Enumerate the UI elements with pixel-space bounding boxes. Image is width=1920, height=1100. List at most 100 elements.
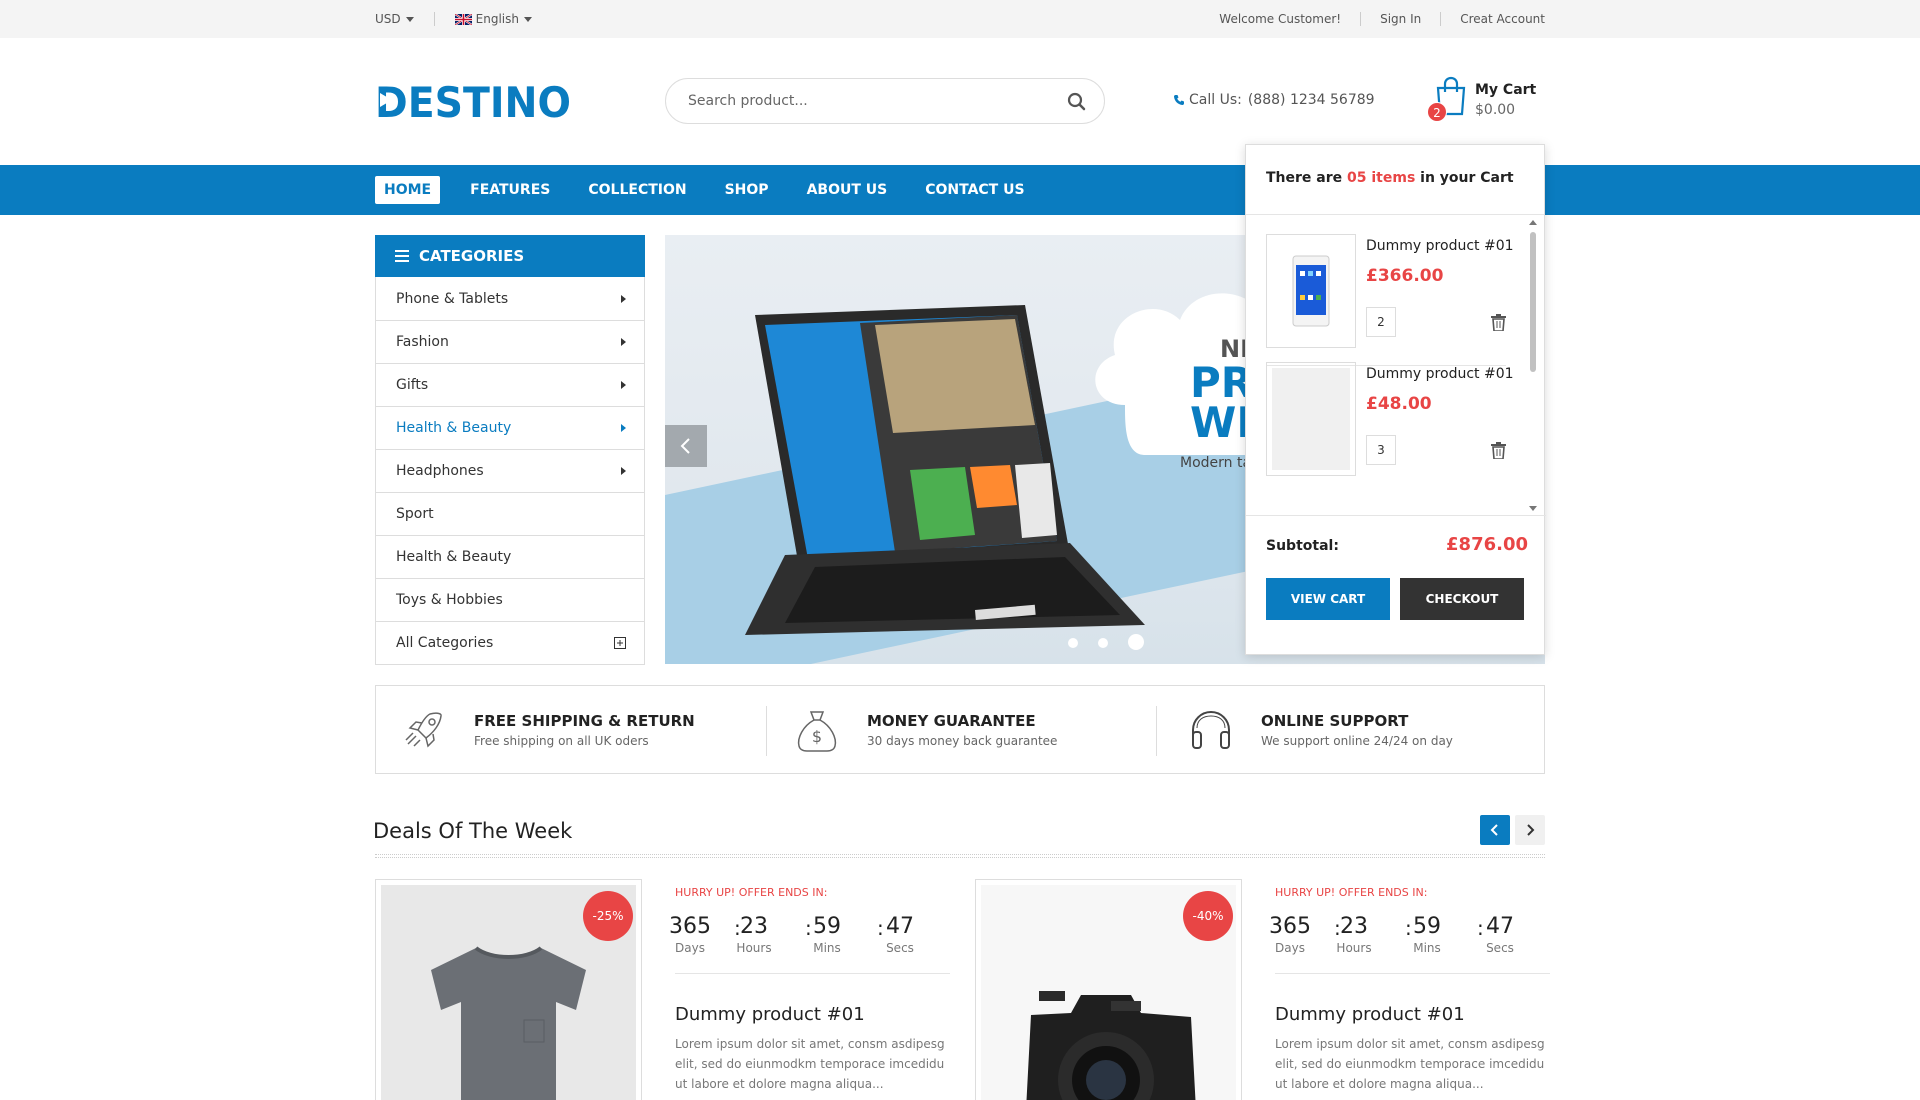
category-label: Sport	[396, 506, 434, 522]
feature-title: MONEY GUARANTEE	[867, 712, 1036, 730]
deal-product-image[interactable]: -40%	[975, 879, 1242, 1100]
main-nav: HOME FEATURES COLLECTION SHOP ABOUT US C…	[0, 165, 1920, 215]
category-label: Gifts	[396, 377, 429, 393]
cart-item-name[interactable]: Dummy product #01	[1366, 366, 1514, 382]
cart-item-thumbnail[interactable]	[1266, 234, 1356, 348]
category-label: Headphones	[396, 463, 484, 479]
search-icon[interactable]	[1066, 91, 1088, 113]
menu-icon	[395, 250, 409, 262]
scrollbar-thumb[interactable]	[1530, 232, 1536, 372]
cart-text-prefix: There are	[1266, 170, 1343, 186]
product-image-placeholder	[1272, 368, 1350, 470]
cart-item-count: 05 items	[1347, 170, 1416, 186]
offer-ends-label: HURRY UP! OFFER ENDS IN:	[1275, 886, 1428, 899]
countdown-hours: 23 Hours	[724, 914, 784, 955]
currency-selector[interactable]: USD	[375, 12, 414, 26]
cart-item-thumbnail[interactable]	[1266, 362, 1356, 476]
create-account-link[interactable]: Creat Account	[1460, 12, 1545, 26]
cart-item-price: £48.00	[1366, 394, 1432, 414]
categories-header[interactable]: CATEGORIES	[375, 235, 645, 277]
trash-icon[interactable]	[1491, 314, 1506, 331]
nav-shop[interactable]: SHOP	[725, 176, 769, 204]
cart-item-quantity[interactable]: 3	[1366, 435, 1396, 465]
cart-item-list[interactable]: Dummy product #01 £366.00 2 Dummy produc…	[1246, 216, 1546, 514]
trash-icon[interactable]	[1491, 442, 1506, 459]
countdown-value: 365	[669, 914, 711, 939]
sign-in-link[interactable]: Sign In	[1380, 12, 1421, 26]
category-phone-tablets[interactable]: Phone & Tablets	[376, 277, 644, 320]
checkout-button[interactable]: CHECKOUT	[1400, 578, 1524, 620]
scroll-down-arrow-icon[interactable]	[1529, 506, 1537, 511]
category-health-beauty-2[interactable]: Health & Beauty	[376, 535, 644, 578]
category-sport[interactable]: Sport	[376, 492, 644, 535]
deal-product-name[interactable]: Dummy product #01	[675, 1004, 865, 1025]
divider	[1156, 706, 1157, 756]
category-label: Fashion	[396, 334, 449, 350]
category-health-beauty[interactable]: Health & Beauty	[376, 406, 644, 449]
mini-cart[interactable]: 2 My Cart $0.00	[1427, 76, 1545, 126]
categories-sidebar: CATEGORIES Phone & Tablets Fashion Gifts…	[375, 235, 645, 665]
deals-section-title: Deals Of The Week	[373, 819, 573, 843]
rocket-icon	[405, 712, 442, 748]
nav-contact-us[interactable]: CONTACT US	[925, 176, 1024, 204]
nav-features[interactable]: FEATURES	[470, 176, 550, 204]
divider	[675, 973, 950, 974]
deals-next-button[interactable]	[1515, 815, 1545, 845]
deal-product-image[interactable]: -25%	[375, 879, 642, 1100]
phone-info: Call Us: (888) 1234 56789	[1173, 92, 1375, 108]
scroll-up-arrow-icon[interactable]	[1529, 220, 1537, 225]
countdown-value: 23	[740, 914, 768, 939]
deal-info: HURRY UP! OFFER ENDS IN: 365 Days : 23 Hou…	[1269, 886, 1550, 1091]
category-gifts[interactable]: Gifts	[376, 363, 644, 406]
cart-text-suffix: in your Cart	[1420, 170, 1514, 186]
divider	[1440, 12, 1442, 26]
currency-label: USD	[375, 12, 401, 26]
nav-home[interactable]: HOME	[375, 176, 441, 204]
feature-desc: 30 days money back guarantee	[867, 734, 1058, 748]
phone-number: (888) 1234 56789	[1247, 92, 1375, 108]
language-selector[interactable]: English	[454, 12, 532, 26]
countdown-value: 23	[1340, 914, 1368, 939]
category-headphones[interactable]: Headphones	[376, 449, 644, 492]
chevron-down-icon	[405, 17, 414, 22]
deal-product-desc: Lorem ipsum dolor sit amet, consm asdipe…	[1275, 1037, 1545, 1091]
deal-product-name[interactable]: Dummy product #01	[1275, 1004, 1465, 1025]
slider-dot-active[interactable]	[1128, 634, 1144, 650]
view-cart-button[interactable]: VIEW CART	[1266, 578, 1390, 620]
nav-collection[interactable]: COLLECTION	[588, 176, 686, 204]
cart-label: My Cart	[1475, 82, 1537, 98]
cart-item-name[interactable]: Dummy product #01	[1366, 238, 1514, 254]
chevron-right-icon	[621, 467, 626, 475]
chevron-right-icon	[621, 381, 626, 389]
offer-ends-label: HURRY UP! OFFER ENDS IN:	[675, 886, 828, 899]
search-bar	[665, 78, 1105, 124]
deals-prev-button[interactable]	[1480, 815, 1510, 845]
logo-text: DESTINO	[375, 80, 571, 120]
top-bar: USD English Welcome Customer! Sign In Cr…	[0, 0, 1920, 38]
category-label: All Categories	[396, 635, 494, 651]
category-toys-hobbies[interactable]: Toys & Hobbies	[376, 578, 644, 621]
chevron-right-icon	[1527, 824, 1535, 836]
countdown-mins: 59 Mins	[1397, 914, 1457, 955]
countdown-value: 365	[1269, 914, 1311, 939]
countdown-unit: Days	[1275, 941, 1305, 955]
plus-square-icon	[614, 637, 626, 649]
slider-dot[interactable]	[1068, 637, 1078, 648]
cart-scrollbar[interactable]	[1528, 220, 1538, 511]
countdown-value: 59	[813, 914, 841, 939]
search-input[interactable]	[688, 91, 1048, 111]
slider-prev-button[interactable]	[665, 425, 707, 467]
slide-headline-line2: WI	[1190, 398, 1252, 447]
countdown-value: 47	[886, 914, 914, 939]
logo[interactable]: DESTINO	[375, 80, 571, 120]
nav-about-us[interactable]: ABOUT US	[807, 176, 888, 204]
slider-dot[interactable]	[1098, 637, 1108, 648]
cart-item-quantity[interactable]: 2	[1366, 307, 1396, 337]
category-fashion[interactable]: Fashion	[376, 320, 644, 363]
countdown-hours: 23 Hours	[1324, 914, 1384, 955]
camera-image	[1026, 991, 1196, 1100]
category-label: Phone & Tablets	[396, 290, 509, 307]
countdown-timer: 365 Days : 23 Hours : 59 Mins : 47 Secs	[669, 914, 950, 955]
chevron-right-icon	[621, 294, 626, 303]
category-all[interactable]: All Categories	[376, 621, 644, 664]
